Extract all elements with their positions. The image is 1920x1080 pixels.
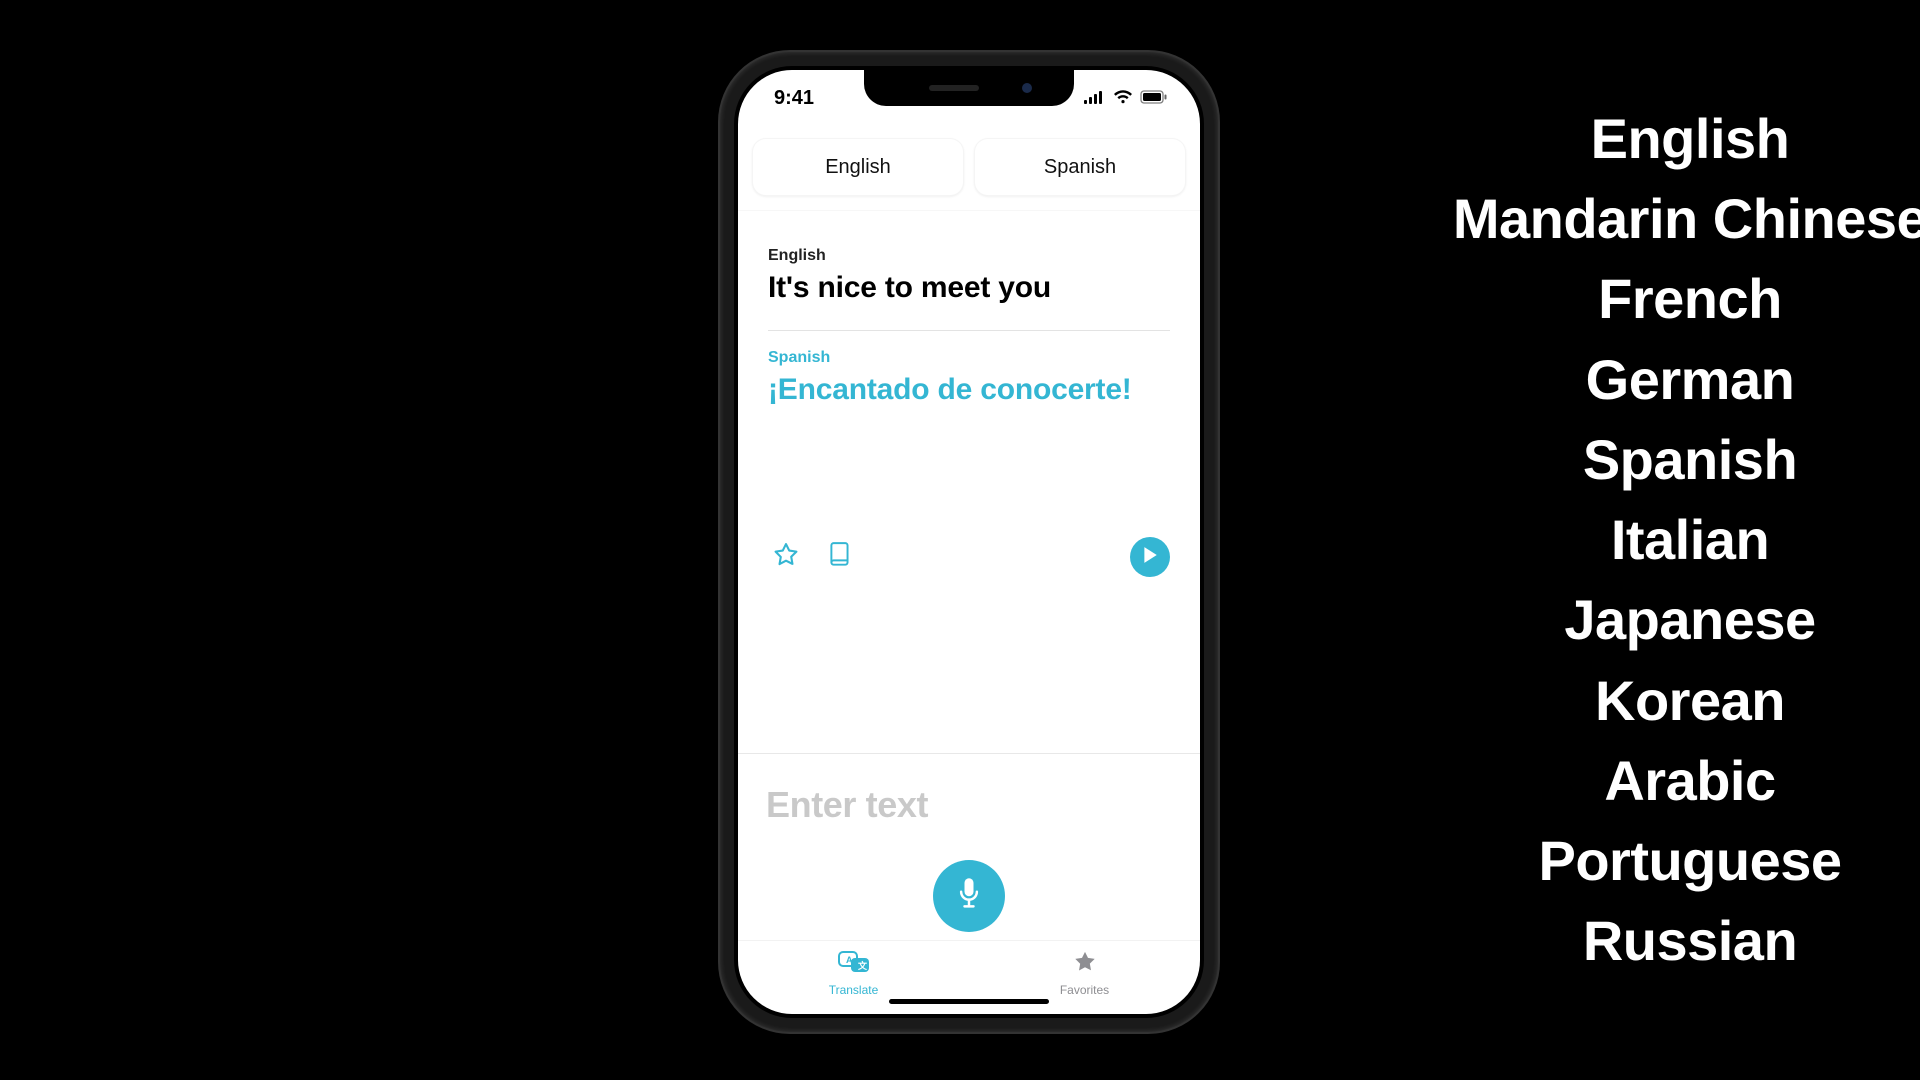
list-item: French (1330, 270, 1920, 328)
tab-translate-label: Translate (829, 983, 879, 997)
source-language-label: English (768, 247, 1170, 265)
list-item: Korean (1330, 672, 1920, 730)
text-input[interactable]: Enter text (766, 784, 928, 826)
screen: 9:41 English Spanish (738, 70, 1200, 1014)
phone-inner: 9:41 English Spanish (734, 66, 1204, 1018)
book-icon (827, 541, 853, 574)
play-icon (1142, 546, 1158, 569)
dictionary-button[interactable] (822, 539, 858, 575)
star-filled-icon (1071, 949, 1099, 980)
favorite-button[interactable] (768, 539, 804, 575)
list-item: Italian (1330, 511, 1920, 569)
speaker-grille (929, 85, 979, 91)
list-item: Russian (1330, 912, 1920, 970)
list-item: German (1330, 351, 1920, 409)
list-item: Portuguese (1330, 832, 1920, 890)
list-item: English (1330, 110, 1920, 168)
supported-languages-list: English Mandarin Chinese French German S… (1330, 110, 1920, 993)
source-text: It's nice to meet you (768, 271, 1170, 306)
target-text: ¡Encantado de conocerte! (768, 373, 1170, 408)
wifi-icon (1113, 87, 1133, 110)
front-camera (1022, 83, 1032, 93)
language-selector-row: English Spanish (738, 126, 1200, 210)
list-item: Arabic (1330, 752, 1920, 810)
translation-card: English It's nice to meet you Spanish ¡E… (738, 210, 1200, 753)
cellular-icon (1084, 87, 1106, 110)
card-divider (768, 330, 1170, 331)
microphone-icon (955, 876, 983, 917)
tab-favorites-label: Favorites (1060, 983, 1109, 997)
status-icons (1084, 87, 1168, 110)
list-item: Spanish (1330, 431, 1920, 489)
play-audio-button[interactable] (1130, 537, 1170, 577)
translate-icon: A文 (837, 949, 871, 980)
phone-frame: 9:41 English Spanish (720, 52, 1218, 1032)
target-language-chip[interactable]: Spanish (974, 138, 1186, 196)
battery-icon (1140, 87, 1168, 110)
input-section: Enter text (738, 753, 1200, 940)
list-item: Japanese (1330, 591, 1920, 649)
status-time: 9:41 (774, 87, 814, 110)
svg-text:文: 文 (857, 960, 868, 971)
source-language-chip[interactable]: English (752, 138, 964, 196)
home-indicator[interactable] (889, 999, 1049, 1004)
microphone-button[interactable] (933, 860, 1005, 932)
list-item: Mandarin Chinese (1330, 190, 1920, 248)
star-icon (772, 541, 800, 574)
svg-text:A: A (846, 955, 853, 965)
notch (864, 70, 1074, 106)
target-language-label: Spanish (768, 349, 1170, 367)
